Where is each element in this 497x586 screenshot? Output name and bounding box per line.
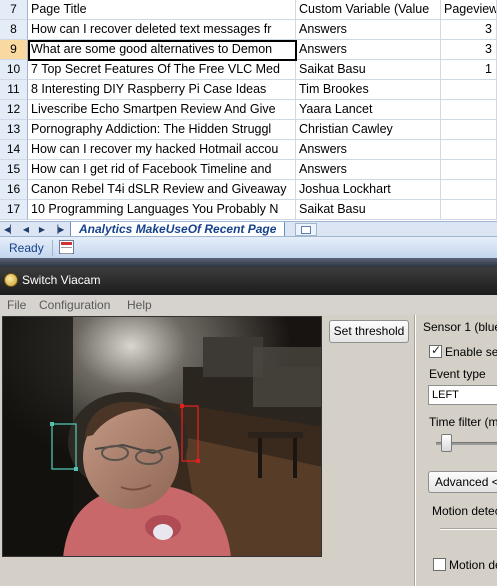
desktop-strip: [0, 258, 497, 267]
cell-pageviews[interactable]: [441, 80, 497, 100]
cell-custom-variable-header[interactable]: Custom Variable (Value: [296, 0, 441, 20]
row-number[interactable]: 12: [0, 100, 28, 120]
cell-page-title[interactable]: How can I get rid of Facebook Timeline a…: [28, 160, 296, 180]
cell-page-title-header[interactable]: Page Title: [28, 0, 296, 20]
macro-record-icon[interactable]: [59, 240, 74, 254]
set-threshold-button[interactable]: Set threshold: [329, 320, 409, 343]
row-number[interactable]: 14: [0, 140, 28, 160]
table-row: 8 How can I recover deleted text messages…: [0, 20, 497, 40]
cell-custom-variable[interactable]: Joshua Lockhart: [296, 180, 441, 200]
status-divider: [52, 240, 53, 256]
cell-page-title[interactable]: 10 Programming Languages You Probably N: [28, 200, 296, 220]
motion-detection-checkbox[interactable]: [433, 558, 446, 571]
cell-pageviews-header[interactable]: Pageview: [441, 0, 497, 20]
menu-bar: File Configuration Help: [0, 295, 497, 315]
next-sheet-arrow-icon[interactable]: ▶: [36, 224, 48, 235]
cell-pageviews[interactable]: [441, 200, 497, 220]
sensor-heading: Sensor 1 (blue): [423, 320, 497, 334]
row-number[interactable]: 11: [0, 80, 28, 100]
cell-page-title[interactable]: 7 Top Secret Features Of The Free VLC Me…: [28, 60, 296, 80]
menu-configuration[interactable]: Configuration: [39, 298, 110, 312]
status-bar: Ready: [0, 236, 497, 258]
table-row-header: 7 Page Title Custom Variable (Value Page…: [0, 0, 497, 20]
status-text: Ready: [9, 241, 44, 255]
enable-sensor-checkbox[interactable]: [429, 343, 442, 358]
table-row: 9 What are some good alternatives to Demo…: [0, 40, 497, 60]
camera-feed-image: [3, 317, 321, 556]
cell-page-title[interactable]: Pornography Addiction: The Hidden Strugg…: [28, 120, 296, 140]
motion-detect-label: Motion detect: [432, 504, 497, 518]
cell-custom-variable[interactable]: Saikat Basu: [296, 60, 441, 80]
enable-sensor-label: Enable sen: [445, 345, 497, 359]
prev-sheet-arrow-icon[interactable]: ◀: [20, 224, 32, 235]
spreadsheet-grid: 7 Page Title Custom Variable (Value Page…: [0, 0, 497, 222]
window-title: Switch Viacam: [22, 273, 101, 287]
row-number[interactable]: 8: [0, 20, 28, 40]
last-sheet-arrow-icon[interactable]: ▕▶: [52, 224, 64, 235]
advanced-button[interactable]: Advanced <-: [428, 471, 497, 493]
cell-custom-variable[interactable]: Christian Cawley: [296, 120, 441, 140]
cell-page-title[interactable]: Canon Rebel T4i dSLR Review and Giveaway: [28, 180, 296, 200]
table-row: 14 How can I recover my hacked Hotmail ac…: [0, 140, 497, 160]
cell-pageviews[interactable]: [441, 120, 497, 140]
time-filter-slider-thumb[interactable]: [441, 434, 452, 452]
motion-detection-label: Motion det: [449, 558, 497, 572]
cell-custom-variable[interactable]: Answers: [296, 160, 441, 180]
cell-custom-variable[interactable]: Answers: [296, 40, 441, 60]
row-number[interactable]: 16: [0, 180, 28, 200]
row-number[interactable]: 7: [0, 0, 28, 20]
cell-page-title[interactable]: 8 Interesting DIY Raspberry Pi Case Idea…: [28, 80, 296, 100]
cell-pageviews[interactable]: [441, 160, 497, 180]
row-number[interactable]: 9: [0, 40, 28, 60]
sheet-tab-analytics[interactable]: Analytics MakeUseOf Recent Page: [70, 222, 286, 237]
panel-divider: [414, 315, 416, 586]
cell-custom-variable[interactable]: Answers: [296, 140, 441, 160]
cell-page-title[interactable]: How can I recover my hacked Hotmail acco…: [28, 140, 296, 160]
cell-custom-variable[interactable]: Saikat Basu: [296, 200, 441, 220]
table-row: 12 Livescribe Echo Smartpen Review And Gi…: [0, 100, 497, 120]
window-title-bar[interactable]: Switch Viacam: [0, 267, 497, 295]
viacam-app-icon: [4, 273, 18, 287]
cell-custom-variable[interactable]: Yaara Lancet: [296, 100, 441, 120]
cell-pageviews[interactable]: [441, 180, 497, 200]
event-type-select[interactable]: LEFT: [428, 385, 497, 405]
cell-pageviews[interactable]: [441, 140, 497, 160]
menu-file[interactable]: File: [7, 298, 26, 312]
cell-custom-variable[interactable]: Answers: [296, 20, 441, 40]
insert-worksheet-icon[interactable]: [295, 223, 317, 236]
event-type-label: Event type: [429, 367, 486, 381]
sheet-tab-bar: ◀▏ ◀ ▶ ▕▶ Analytics MakeUseOf Recent Pag…: [0, 221, 497, 237]
table-row: 11 8 Interesting DIY Raspberry Pi Case Id…: [0, 80, 497, 100]
cell-pageviews[interactable]: 3: [441, 20, 497, 40]
camera-preview[interactable]: [2, 316, 322, 557]
table-row: 10 7 Top Secret Features Of The Free VLC …: [0, 60, 497, 80]
cell-page-title[interactable]: How can I recover deleted text messages …: [28, 20, 296, 40]
cell-page-title[interactable]: Livescribe Echo Smartpen Review And Give: [28, 100, 296, 120]
motion-detect-divider: [440, 528, 497, 530]
table-row: 13 Pornography Addiction: The Hidden Stru…: [0, 120, 497, 140]
menu-help[interactable]: Help: [127, 298, 152, 312]
cell-pageviews[interactable]: [441, 100, 497, 120]
row-number[interactable]: 10: [0, 60, 28, 80]
time-filter-label: Time filter (ms): [429, 415, 497, 429]
cell-pageviews[interactable]: 3: [441, 40, 497, 60]
row-number[interactable]: 13: [0, 120, 28, 140]
table-row: 17 10 Programming Languages You Probably …: [0, 200, 497, 220]
cell-pageviews[interactable]: 1: [441, 60, 497, 80]
viacam-main-panel: Set threshold Sensor 1 (blue) Enable sen…: [0, 315, 497, 586]
row-number[interactable]: 17: [0, 200, 28, 220]
sensor-settings-panel: Sensor 1 (blue) Enable sen Event type LE…: [422, 315, 497, 586]
table-row: 15 How can I get rid of Facebook Timeline…: [0, 160, 497, 180]
cell-page-title[interactable]: What are some good alternatives to Demon: [28, 40, 296, 60]
first-sheet-arrow-icon[interactable]: ◀▏: [4, 224, 16, 235]
cell-custom-variable[interactable]: Tim Brookes: [296, 80, 441, 100]
row-number[interactable]: 15: [0, 160, 28, 180]
table-row: 16 Canon Rebel T4i dSLR Review and Giveaw…: [0, 180, 497, 200]
